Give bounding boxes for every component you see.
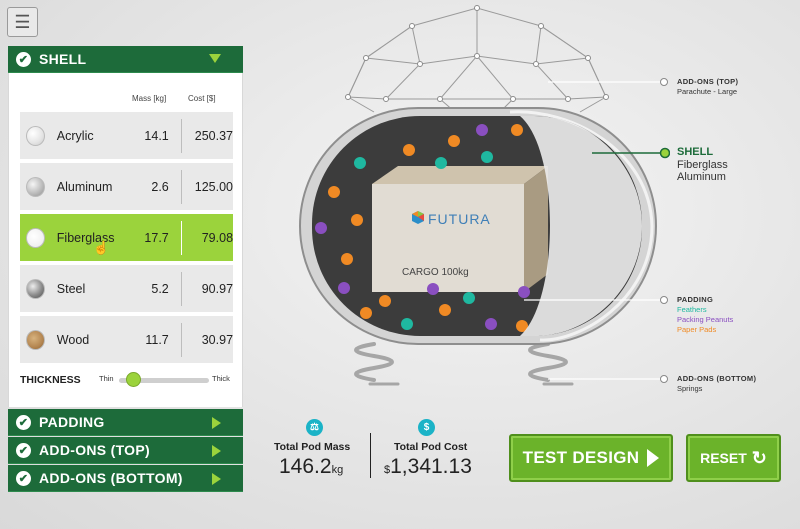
material-cost: 90.97 bbox=[201, 281, 234, 296]
reset-icon: ↻ bbox=[751, 447, 767, 468]
material-mass: 14.1 bbox=[144, 128, 169, 143]
callout-padding-title: PADDING bbox=[677, 295, 714, 304]
cargo-label: CARGO 100kg bbox=[402, 267, 469, 278]
chevron-right-icon bbox=[212, 445, 221, 457]
material-row-wood[interactable]: Wood 11.7 30.97 bbox=[20, 316, 233, 363]
material-row-steel[interactable]: Steel 5.2 90.97 bbox=[20, 265, 233, 312]
chevron-right-icon bbox=[212, 473, 221, 485]
brand-logo-text: FUTURA bbox=[428, 211, 491, 227]
material-cost: 79.08 bbox=[201, 230, 234, 245]
fiberglass-swatch-icon bbox=[26, 227, 45, 248]
total-cost-value: $1,341.13 bbox=[384, 455, 472, 479]
thickness-min-label: Thin bbox=[99, 374, 114, 383]
callout-padding-item: Paper Pads bbox=[677, 325, 717, 335]
callout-padding-item: Feathers bbox=[677, 305, 707, 315]
callout-padding: PADDING Feathers Packing Peanuts Paper P… bbox=[677, 295, 733, 336]
material-name: Acrylic bbox=[56, 128, 94, 143]
left-panel: ✔ SHELL Mass [kg] Cost [$] Acrylic 14.1 … bbox=[8, 46, 243, 492]
material-name: Wood bbox=[56, 332, 90, 347]
section-shell-header[interactable]: ✔ SHELL bbox=[8, 46, 243, 73]
hand-cursor-icon: ☝ bbox=[93, 240, 110, 255]
callout-shell-title: SHELL bbox=[677, 146, 714, 158]
material-name: Fiberglass bbox=[56, 230, 115, 245]
total-mass-value: 146.2kg bbox=[279, 455, 343, 479]
total-cost-label: Total Pod Cost bbox=[394, 441, 468, 453]
callout-shell-line1: Fiberglass bbox=[677, 158, 728, 171]
reset-label: RESET bbox=[700, 450, 747, 466]
material-name: Steel bbox=[56, 281, 86, 296]
callout-shell-line2: Aluminum bbox=[677, 171, 726, 184]
total-mass-number: 146.2 bbox=[279, 455, 332, 478]
material-mass: 17.7 bbox=[144, 230, 169, 245]
aluminum-swatch-icon bbox=[26, 176, 45, 197]
totals-divider bbox=[370, 433, 371, 478]
section-padding-header[interactable]: ✔ PADDING bbox=[8, 409, 243, 436]
material-row-acrylic[interactable]: Acrylic 14.1 250.37 bbox=[20, 112, 233, 159]
thickness-label: THICKNESS bbox=[20, 374, 81, 386]
column-header-mass: Mass [kg] bbox=[132, 94, 167, 103]
thickness-slider-handle[interactable] bbox=[126, 372, 141, 387]
hamburger-menu-icon: ☰ bbox=[14, 12, 31, 32]
dollar-icon: $ bbox=[418, 419, 435, 436]
material-mass: 2.6 bbox=[151, 179, 169, 194]
callout-addons-bottom: ADD-ONS (BOTTOM) Springs bbox=[677, 374, 756, 394]
check-icon: ✔ bbox=[16, 442, 31, 458]
section-addons-bottom-header[interactable]: ✔ ADD-ONS (BOTTOM) bbox=[8, 465, 243, 492]
springs bbox=[354, 342, 574, 386]
section-addons-top-title: ADD-ONS (TOP) bbox=[39, 442, 150, 458]
material-row-aluminum[interactable]: Aluminum 2.6 125.00 bbox=[20, 163, 233, 210]
section-addons-bottom-title: ADD-ONS (BOTTOM) bbox=[39, 470, 183, 486]
check-icon: ✔ bbox=[16, 414, 31, 430]
material-name: Aluminum bbox=[56, 179, 113, 194]
menu-button[interactable]: ☰ bbox=[7, 7, 38, 37]
check-icon: ✔ bbox=[16, 51, 31, 67]
pod-illustration: FUTURA CARGO 100kg bbox=[299, 5, 670, 386]
section-shell-title: SHELL bbox=[39, 51, 87, 67]
shell-materials-panel: Mass [kg] Cost [$] Acrylic 14.1 250.37 A… bbox=[8, 73, 243, 407]
test-design-label: TEST DESIGN bbox=[522, 448, 640, 467]
wood-swatch-icon bbox=[26, 329, 45, 350]
callout-addons-bottom-value: Springs bbox=[677, 384, 703, 394]
material-mass: 5.2 bbox=[151, 281, 169, 296]
total-cost-number: 1,341.13 bbox=[390, 455, 472, 478]
test-design-button[interactable]: TEST DESIGN bbox=[509, 434, 673, 482]
check-icon: ✔ bbox=[16, 470, 31, 486]
section-padding-title: PADDING bbox=[39, 414, 105, 430]
material-cost: 30.97 bbox=[201, 332, 234, 347]
callout-shell: SHELL Fiberglass Aluminum bbox=[677, 146, 728, 184]
material-row-fiberglass[interactable]: Fiberglass 17.7 79.08 ☝ bbox=[20, 214, 233, 261]
callout-padding-item: Packing Peanuts bbox=[677, 315, 734, 325]
column-header-cost: Cost [$] bbox=[188, 94, 216, 103]
weight-icon: ⚖ bbox=[306, 419, 323, 436]
play-icon bbox=[647, 449, 660, 467]
total-mass-label: Total Pod Mass bbox=[274, 441, 351, 453]
steel-swatch-icon bbox=[26, 278, 45, 299]
thickness-max-label: Thick bbox=[212, 374, 230, 383]
callout-addons-top-title: ADD-ONS (TOP) bbox=[677, 77, 739, 86]
callout-addons-top-value: Parachute - Large bbox=[677, 87, 738, 97]
chevron-right-icon bbox=[212, 417, 221, 429]
total-mass-unit: kg bbox=[331, 464, 344, 476]
section-addons-top-header[interactable]: ✔ ADD-ONS (TOP) bbox=[8, 437, 243, 464]
callout-addons-bottom-title: ADD-ONS (BOTTOM) bbox=[677, 374, 757, 383]
chevron-down-icon bbox=[209, 54, 221, 63]
reset-button[interactable]: RESET ↻ bbox=[686, 434, 781, 482]
material-cost: 125.00 bbox=[194, 179, 234, 194]
callout-addons-top: ADD-ONS (TOP) Parachute - Large bbox=[677, 77, 738, 97]
acrylic-swatch-icon bbox=[26, 125, 45, 146]
material-cost: 250.37 bbox=[194, 128, 234, 143]
material-mass: 11.7 bbox=[145, 332, 169, 347]
